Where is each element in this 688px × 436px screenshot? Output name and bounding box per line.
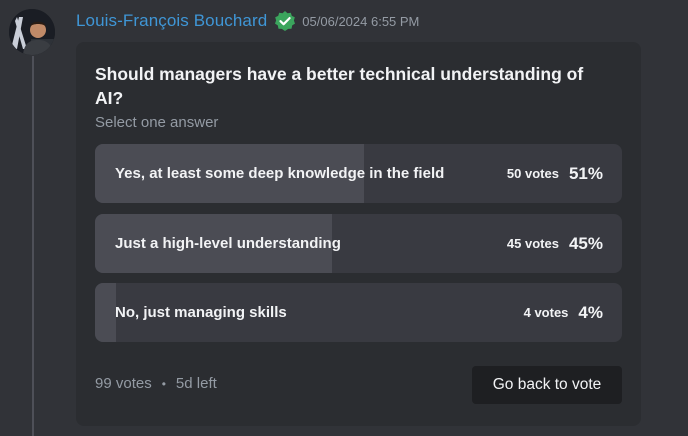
message-timestamp[interactable]: 05/06/2024 6:55 PM	[302, 14, 419, 29]
poll-answer-label: Just a high-level understanding	[115, 235, 341, 252]
author-name[interactable]: Louis-François Bouchard	[76, 11, 267, 31]
poll-answer-stats: 45 votes 45%	[507, 214, 603, 273]
poll-answer-stats: 50 votes 51%	[507, 144, 603, 203]
poll-answer-label: Yes, at least some deep knowledge in the…	[115, 165, 445, 182]
poll-answer-votes: 50 votes	[506, 166, 559, 181]
poll-question: Should managers have a better technical …	[95, 64, 584, 108]
poll-subtitle: Select one answer	[95, 114, 219, 131]
poll-total-votes: 99 votes	[95, 375, 152, 392]
poll-footer-separator: •	[161, 376, 166, 391]
reply-thread-line	[32, 56, 34, 436]
poll-answer[interactable]: Just a high-level understanding 45 votes…	[95, 214, 622, 273]
poll-answer-label: No, just managing skills	[115, 304, 287, 321]
poll-footer: 99 votes • 5d left	[95, 375, 217, 392]
verified-check-icon	[274, 10, 296, 32]
poll-answer-percent: 45%	[568, 233, 603, 253]
message-header: Louis-François Bouchard 05/06/2024 6:55 …	[76, 8, 419, 34]
poll-time-left: 5d left	[175, 375, 217, 392]
poll-answer-percent: 51%	[568, 163, 603, 183]
poll-answer-votes: 4 votes	[523, 305, 569, 320]
poll-answer-votes: 45 votes	[506, 236, 559, 251]
poll-answer[interactable]: Yes, at least some deep knowledge in the…	[95, 144, 622, 203]
poll-answer-stats: 4 votes 4%	[524, 283, 603, 342]
go-back-to-vote-button[interactable]: Go back to vote	[472, 366, 622, 404]
poll-answer-fill	[95, 283, 117, 342]
poll-answer-percent: 4%	[578, 302, 603, 322]
poll-card: Should managers have a better technical …	[76, 42, 641, 426]
avatar[interactable]	[9, 9, 55, 55]
poll-answer[interactable]: No, just managing skills 4 votes 4%	[95, 283, 622, 342]
